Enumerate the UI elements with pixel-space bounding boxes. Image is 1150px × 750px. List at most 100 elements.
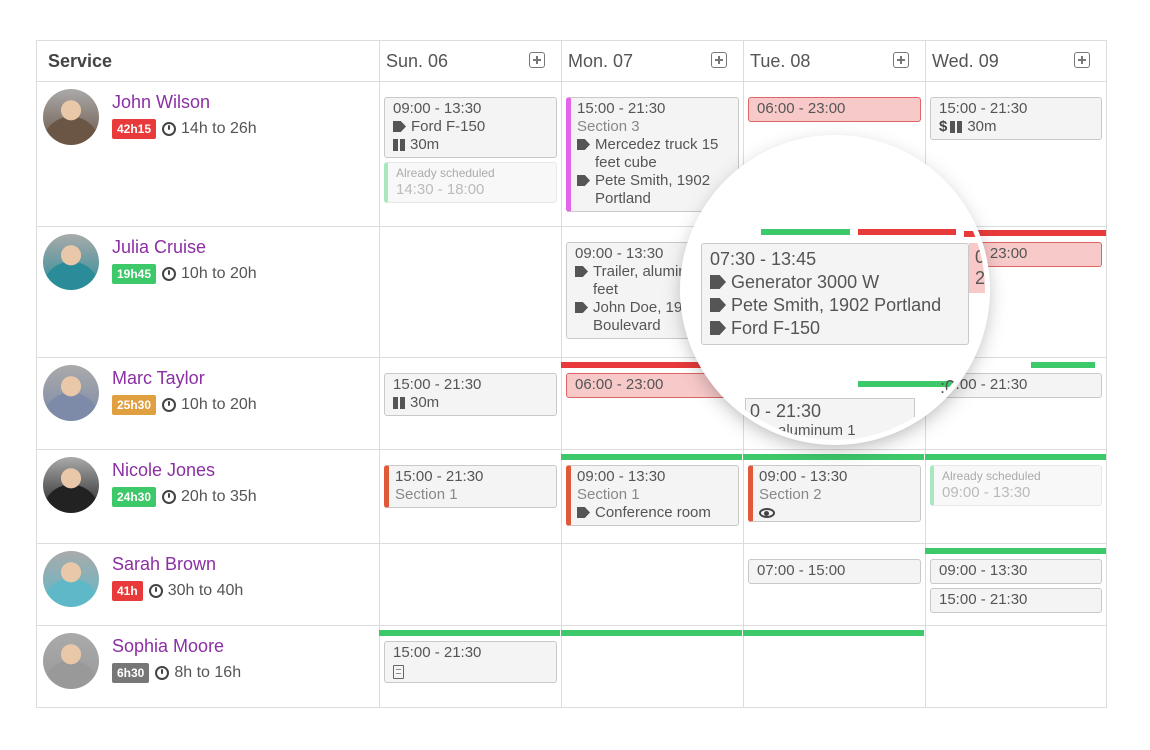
shift-line-text: 07:00 - 15:00 bbox=[757, 562, 846, 579]
shift-line-text: 09:00 - 13:30 bbox=[942, 484, 1031, 501]
staff-name[interactable]: Sarah Brown bbox=[112, 554, 216, 575]
day-cell[interactable] bbox=[379, 544, 561, 625]
day-cell[interactable] bbox=[379, 227, 561, 357]
hours-range: 10h to 20h bbox=[181, 396, 257, 413]
staff-name[interactable]: Marc Taylor bbox=[112, 368, 205, 389]
shift-line-text: Already scheduled bbox=[396, 166, 495, 180]
day-label: Sun. 06 bbox=[386, 51, 449, 71]
already-scheduled-card[interactable]: Already scheduled 09:00 - 13:30 bbox=[930, 465, 1102, 506]
staff-row: Nicole Jones 24h30 20h to 35h 15:00 - 21:3… bbox=[37, 450, 1106, 544]
clock-icon bbox=[162, 490, 177, 504]
day-cell[interactable]: 15:00 - 21:30 Section 1 bbox=[379, 450, 561, 543]
shift-line: 06:00 - 23:00 bbox=[575, 376, 730, 394]
shift-card[interactable]: 07:00 - 15:00 bbox=[748, 559, 921, 584]
day-cell[interactable]: 09:00 - 13:30 Section 2 bbox=[743, 450, 925, 543]
shift-card[interactable]: 09:00 - 13:30 Section 1 Conference room bbox=[566, 465, 739, 526]
popup-tag-label: Pete Smith, 1902 Portland bbox=[731, 295, 942, 315]
shift-detail-popup[interactable]: 07:30 - 13:45 Generator 3000 W Pete Smit… bbox=[701, 243, 969, 345]
tag-icon bbox=[577, 139, 590, 150]
avatar[interactable] bbox=[43, 551, 99, 607]
shift-card[interactable]: 15:00 - 21:30 bbox=[930, 588, 1102, 613]
shift-card[interactable]: 06:00 - 23:00 bbox=[748, 97, 921, 122]
shift-card[interactable]: 09:00 - 13:30 Section 2 bbox=[748, 465, 921, 522]
staff-name[interactable]: John Wilson bbox=[112, 92, 210, 113]
shift-card[interactable]: 15:00 - 21:30 bbox=[384, 641, 557, 683]
shift-line: Conference room bbox=[577, 504, 730, 522]
column-header-service: Service bbox=[37, 41, 379, 82]
shift-line-text: Already scheduled bbox=[942, 469, 1041, 483]
availability-bar bbox=[743, 630, 924, 636]
shift-line bbox=[393, 662, 548, 679]
doc-icon bbox=[393, 665, 404, 679]
hours-range: 10h to 20h bbox=[181, 265, 257, 282]
tag-icon bbox=[575, 266, 588, 277]
day-label: Mon. 07 bbox=[568, 51, 634, 71]
shift-fragment-tag: aluminum 1 bbox=[778, 422, 856, 439]
shift-line-text: 15:00 - 21:30 bbox=[395, 468, 484, 485]
day-cell[interactable]: 09:00 - 13:30 Ford F-150 30m Already schedu… bbox=[379, 82, 561, 226]
day-cell[interactable]: 15:00 - 21:30 bbox=[379, 626, 561, 707]
shift-card[interactable]: 09:00 - 13:30 bbox=[930, 559, 1102, 584]
day-cell[interactable] bbox=[925, 626, 1106, 707]
hours-summary: 42h15 14h to 26h bbox=[112, 119, 257, 139]
day-cell[interactable] bbox=[561, 626, 743, 707]
shift-card[interactable]: 15:00 - 21:30 $30m bbox=[930, 97, 1102, 140]
shift-line: Section 1 bbox=[395, 486, 548, 504]
shift-fragment: 0 - 21:30 aluminum 1 bbox=[745, 398, 915, 440]
shift-line-text: 06:00 - 23:00 bbox=[575, 376, 664, 393]
tag-icon bbox=[710, 321, 726, 335]
shift-line-text: 30m bbox=[410, 136, 440, 153]
shift-line-text: 15:00 - 21:30 bbox=[393, 376, 482, 393]
shift-line: 15:00 - 21:30 bbox=[577, 100, 730, 118]
hours-summary: 19h45 10h to 20h bbox=[112, 264, 257, 284]
day-cell[interactable]: 09:00 - 13:30 Section 1 Conference room bbox=[561, 450, 743, 543]
add-shift-icon[interactable] bbox=[893, 52, 909, 68]
avatar[interactable] bbox=[43, 457, 99, 513]
avatar[interactable] bbox=[43, 633, 99, 689]
shift-line: 06:00 - 23:00 bbox=[757, 100, 912, 118]
hours-summary: 25h30 10h to 20h bbox=[112, 395, 257, 415]
shift-line: 07:00 - 15:00 bbox=[757, 562, 912, 580]
popup-time: 07:30 - 13:45 bbox=[710, 249, 817, 269]
shift-line: 15:00 - 21:30 bbox=[393, 644, 548, 662]
day-cell[interactable]: 15:00 - 21:30 30m bbox=[379, 358, 561, 449]
day-cell[interactable]: 09:00 - 13:30 15:00 - 21:30 bbox=[925, 544, 1106, 625]
day-cell[interactable]: 07:00 - 15:00 bbox=[743, 544, 925, 625]
hours-badge: 24h30 bbox=[112, 487, 157, 507]
day-cell[interactable] bbox=[743, 626, 925, 707]
hours-summary: 6h30 8h to 16h bbox=[112, 663, 241, 683]
availability-bar bbox=[925, 548, 1106, 554]
hours-range: 20h to 35h bbox=[181, 488, 257, 505]
shift-line: 30m bbox=[393, 394, 548, 412]
shift-line-text: Ford F-150 bbox=[411, 118, 486, 135]
already-scheduled-card[interactable]: Already scheduled 14:30 - 18:00 bbox=[384, 162, 557, 203]
shift-card[interactable]: 15:00 - 21:30 Section 3 Mercedez truck 15 … bbox=[566, 97, 739, 212]
availability-bar bbox=[743, 454, 924, 460]
shift-card[interactable]: 09:00 - 13:30 Ford F-150 30m bbox=[384, 97, 557, 158]
add-shift-icon[interactable] bbox=[1074, 52, 1090, 68]
staff-name[interactable]: Julia Cruise bbox=[112, 237, 206, 258]
add-shift-icon[interactable] bbox=[711, 52, 727, 68]
avatar[interactable] bbox=[43, 234, 99, 290]
staff-info: Sophia Moore 6h30 8h to 16h bbox=[37, 626, 379, 707]
shift-card[interactable]: 15:00 - 21:30 30m bbox=[384, 373, 557, 416]
day-cell[interactable]: Already scheduled 09:00 - 13:30 bbox=[925, 450, 1106, 543]
staff-name[interactable]: Nicole Jones bbox=[112, 460, 215, 481]
shift-line-text: Pete Smith, 1902 Portland bbox=[595, 172, 711, 207]
staff-row: Sarah Brown 41h 30h to 40h 07:00 - 15:00 09… bbox=[37, 544, 1106, 626]
day-cell[interactable] bbox=[561, 544, 743, 625]
popup-tag: Pete Smith, 1902 Portland bbox=[710, 294, 960, 317]
shift-line-text: Mercedez truck 15 feet cube bbox=[595, 136, 719, 171]
add-shift-icon[interactable] bbox=[529, 52, 545, 68]
staff-name[interactable]: Sophia Moore bbox=[112, 636, 224, 657]
hours-badge: 42h15 bbox=[112, 119, 157, 139]
clock-icon bbox=[162, 267, 177, 281]
clock-icon bbox=[162, 398, 177, 412]
dollar-icon: $ bbox=[939, 118, 948, 135]
hours-range: 8h to 16h bbox=[174, 664, 242, 681]
avatar[interactable] bbox=[43, 89, 99, 145]
shift-card[interactable]: 15:00 - 21:30 Section 1 bbox=[384, 465, 557, 508]
avatar[interactable] bbox=[43, 365, 99, 421]
shift-line-text: 09:00 - 13:30 bbox=[577, 468, 666, 485]
availability-bar bbox=[925, 454, 1106, 460]
